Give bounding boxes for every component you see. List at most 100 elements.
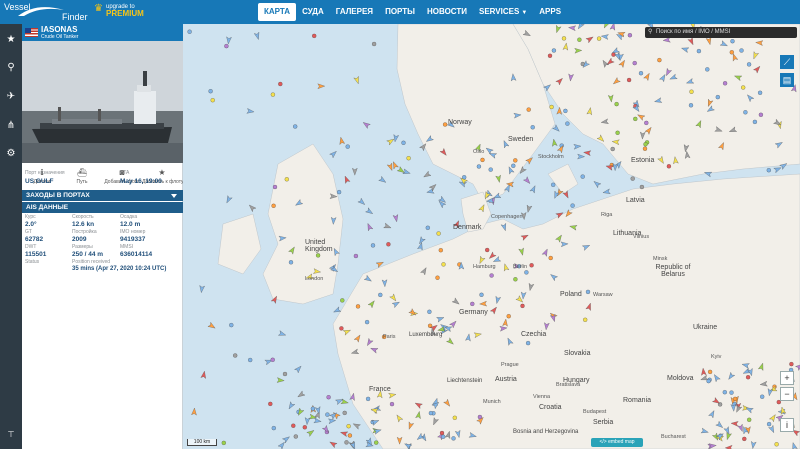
vessel-marker[interactable] <box>727 371 736 381</box>
vessel-marker[interactable] <box>302 425 307 430</box>
vessel-marker[interactable] <box>417 242 425 251</box>
vessel-marker[interactable] <box>304 417 311 426</box>
vessel-marker[interactable] <box>386 137 396 146</box>
vessel-marker[interactable] <box>278 235 287 242</box>
vessel-marker[interactable] <box>529 263 534 268</box>
vessel-marker[interactable] <box>270 295 279 304</box>
vessel-marker[interactable] <box>506 314 511 319</box>
vessel-marker[interactable] <box>705 36 712 46</box>
vessel-marker[interactable] <box>226 36 232 45</box>
vessel-marker[interactable] <box>488 251 497 260</box>
vessel-marker[interactable] <box>353 334 362 343</box>
vessel-marker[interactable] <box>606 57 615 66</box>
vessel-marker[interactable] <box>470 301 475 307</box>
vessel-marker[interactable] <box>520 233 529 241</box>
vessel-marker[interactable] <box>329 149 339 159</box>
zoom-out-button[interactable]: − <box>780 387 794 401</box>
route-icon[interactable]: ⋔ <box>5 120 17 132</box>
vessel-marker[interactable] <box>401 140 406 145</box>
vessel-marker[interactable] <box>549 104 554 110</box>
vessel-marker[interactable] <box>600 34 609 40</box>
vessel-marker[interactable] <box>791 442 798 449</box>
vessel-marker[interactable] <box>365 207 375 216</box>
vessel-marker[interactable] <box>555 77 564 86</box>
vessel-marker[interactable] <box>393 134 400 143</box>
vessel-marker[interactable] <box>229 322 234 328</box>
vessel-marker[interactable] <box>562 190 571 199</box>
vessel-marker[interactable] <box>441 434 446 439</box>
vessel-marker[interactable] <box>520 291 527 300</box>
vessel-marker[interactable] <box>657 57 662 63</box>
nav-item-ports[interactable]: ПОРТЫ <box>379 3 421 21</box>
vessel-marker[interactable] <box>488 167 493 172</box>
vessel-marker[interactable] <box>364 319 370 325</box>
vessel-marker[interactable] <box>349 392 356 401</box>
vessel-marker[interactable] <box>367 299 376 309</box>
vessel-marker[interactable] <box>313 417 322 424</box>
vessel-marker[interactable] <box>752 65 761 74</box>
vessel-marker[interactable] <box>428 410 434 416</box>
vessel-marker[interactable] <box>518 247 525 256</box>
vessel-marker[interactable] <box>642 146 648 151</box>
vessel-marker[interactable] <box>745 93 755 103</box>
vessel-marker[interactable] <box>476 164 482 169</box>
vessel-marker[interactable] <box>760 394 765 399</box>
vessel-marker[interactable] <box>541 248 549 257</box>
vessel-marker[interactable] <box>685 78 695 85</box>
vessel-marker[interactable] <box>370 243 376 248</box>
vessel-marker[interactable] <box>547 53 553 58</box>
port-calls-toggle[interactable]: ЗАХОДЫ В ПОРТАХ <box>22 190 183 201</box>
vessel-marker[interactable] <box>442 122 448 127</box>
vessel-marker[interactable] <box>378 175 388 184</box>
embed-map-button[interactable]: </> embed map <box>591 438 643 447</box>
vessel-marker[interactable] <box>759 380 768 387</box>
vessel-marker[interactable] <box>706 105 715 114</box>
vessel-marker[interactable] <box>556 106 563 115</box>
vessel-marker[interactable] <box>555 211 565 219</box>
vessel-marker[interactable] <box>602 188 611 195</box>
vessel-marker[interactable] <box>728 126 738 134</box>
vessel-marker[interactable] <box>485 247 490 253</box>
vessel-marker[interactable] <box>436 315 445 323</box>
vessel-marker[interactable] <box>684 150 691 159</box>
vessel-marker[interactable] <box>564 209 573 219</box>
vessel-marker[interactable] <box>714 126 723 134</box>
vessel-marker[interactable] <box>494 295 502 305</box>
vessel-marker[interactable] <box>751 51 759 60</box>
vessel-search-input[interactable]: ⚲ Поиск по имя / IMO / MMSI <box>645 27 797 38</box>
vessel-marker[interactable] <box>746 62 752 67</box>
vessel-marker[interactable] <box>381 279 388 288</box>
vessel-marker[interactable] <box>350 348 360 356</box>
vessel-marker[interactable] <box>403 442 413 449</box>
vessel-marker[interactable] <box>386 162 394 171</box>
vessel-marker[interactable] <box>722 81 728 86</box>
vessel-marker[interactable] <box>774 140 784 149</box>
vessel-marker[interactable] <box>425 225 430 230</box>
vessel-marker[interactable] <box>715 420 725 429</box>
vessel-marker[interactable] <box>362 120 371 129</box>
vessel-marker[interactable] <box>633 116 638 122</box>
vessel-marker[interactable] <box>585 289 591 295</box>
vessel-marker[interactable] <box>365 396 371 402</box>
vessel-marker[interactable] <box>294 364 303 374</box>
vessel-marker[interactable] <box>210 98 215 103</box>
vessel-marker[interactable] <box>705 67 710 72</box>
vessel-marker[interactable] <box>346 424 351 429</box>
vessel-marker[interactable] <box>774 442 779 447</box>
vessel-marker[interactable] <box>221 440 226 446</box>
vessel-marker[interactable] <box>315 253 321 258</box>
vessel-marker[interactable] <box>570 203 575 208</box>
vessel-marker[interactable] <box>773 165 782 174</box>
vessel-marker[interactable] <box>452 415 457 420</box>
vessel-marker[interactable] <box>654 97 663 104</box>
vessel-marker[interactable] <box>734 404 743 413</box>
vessel-marker[interactable] <box>522 176 531 186</box>
vessel-marker[interactable] <box>688 103 694 108</box>
vessel-marker[interactable] <box>396 436 403 445</box>
vessel-marker[interactable] <box>477 414 483 420</box>
vessel-marker[interactable] <box>352 167 358 176</box>
map-pin-icon[interactable]: ⚲ <box>5 62 17 74</box>
vessel-marker[interactable] <box>187 29 192 34</box>
vessel-marker[interactable] <box>732 396 738 402</box>
vessel-marker[interactable] <box>386 242 391 247</box>
